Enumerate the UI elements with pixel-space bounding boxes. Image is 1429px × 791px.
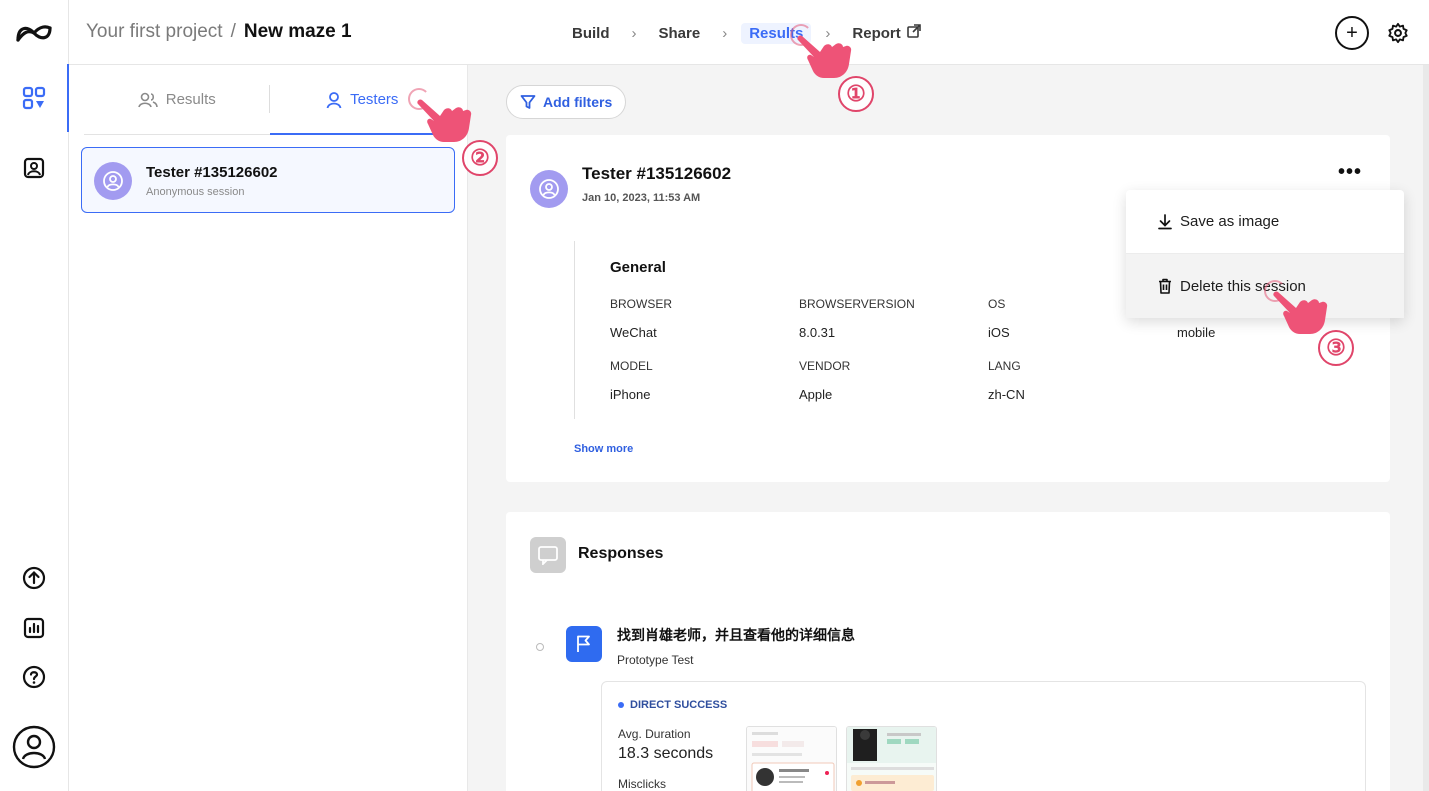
maze-logo-icon[interactable] [14,20,54,46]
breadcrumb-maze-name[interactable]: New maze 1 [244,21,352,43]
step-build[interactable]: Build [564,23,618,44]
chevron-right-icon: › [631,24,637,42]
chat-bubble-icon [530,537,566,573]
field-key: VENDOR [799,359,851,373]
add-filters-button[interactable]: Add filters [506,85,627,119]
user-profile-icon[interactable] [12,725,56,769]
tab-results[interactable]: Results [84,65,270,134]
upload-circle-icon[interactable] [20,564,48,592]
annotation-marker-1: ① [838,76,874,112]
add-new-button[interactable]: + [1335,16,1369,50]
tester-list-item[interactable]: Tester #135126602 Anonymous session [81,147,455,213]
analytics-chart-icon[interactable] [20,614,48,642]
add-filters-label: Add filters [543,94,613,110]
settings-gear-icon[interactable] [1387,22,1409,44]
tab-results-label: Results [165,91,216,108]
users-icon [137,92,158,107]
save-as-image-menu-item[interactable]: Save as image [1126,190,1404,254]
responses-card: Responses 找到肖雄老师，并且查看他的详细信息 Prototype Te… [506,512,1390,791]
step-share[interactable]: Share [651,23,709,44]
pointing-hand-icon [1273,291,1328,334]
session-date: Jan 10, 2023, 11:53 AM [582,192,701,204]
field-value: Apple [799,387,833,402]
direct-success-badge: DIRECT SUCCESS [618,699,727,711]
timeline-dot [536,643,544,651]
pointing-hand-icon [797,35,852,78]
breadcrumb: Your first project / New maze 1 [86,21,352,43]
show-more-link[interactable]: Show more [574,443,633,455]
session-avatar [530,170,568,208]
general-heading: General [610,259,666,276]
task-type: Prototype Test [617,653,694,667]
session-card: Tester #135126602 Jan 10, 2023, 11:53 AM… [506,135,1404,482]
responses-heading: Responses [578,545,664,562]
pointing-hand-icon [417,99,472,142]
testers-panel: Results Testers Tester #135126602 Anonym… [69,65,468,791]
tester-name: Tester #135126602 [146,164,278,181]
field-value: iPhone [610,387,651,402]
status-dot [618,702,624,708]
plus-icon: + [1346,21,1358,44]
field-key: BROWSERVERSION [799,297,915,311]
chevron-right-icon: › [722,24,728,42]
flag-icon [566,626,602,662]
user-circle-icon [103,171,123,191]
user-circle-icon [539,179,559,199]
external-link-icon [906,24,921,38]
step-report[interactable]: Report [844,22,928,44]
avg-duration-value: 18.3 seconds [618,745,714,762]
field-key: BROWSER [610,297,673,311]
session-options-menu: Save as image Delete this session [1126,190,1404,318]
breadcrumb-separator: / [230,21,236,42]
avg-duration-label: Avg. Duration [618,727,691,741]
field-key: MODEL [610,359,653,373]
main-content: Add filters Tester #135126602 Jan 10, 20… [468,65,1429,791]
field-value: WeChat [610,325,657,340]
tab-testers-label: Testers [350,91,399,108]
top-bar: Your first project / New maze 1 Build › … [69,0,1429,65]
step-report-label: Report [852,25,901,42]
tester-avatar [94,162,132,200]
tester-subtitle: Anonymous session [146,186,245,198]
task-result-panel: DIRECT SUCCESS Avg. Duration 18.3 second… [601,681,1366,791]
misclicks-label: Misclicks [618,777,666,791]
workflow-steps: Build › Share › Results › Report [564,22,929,44]
panel-tabs: Results Testers [84,65,455,135]
more-options-button[interactable]: ••• [1338,161,1362,184]
user-icon [326,91,342,108]
screen-thumbnail[interactable] [846,726,937,791]
field-value: zh-CN [988,387,1025,402]
contacts-book-icon[interactable] [20,154,48,182]
dashboard-grid-icon[interactable] [20,84,48,112]
trash-icon [1159,278,1171,294]
task-title[interactable]: 找到肖雄老师，并且查看他的详细信息 [617,625,855,645]
filter-funnel-icon [520,95,536,109]
save-as-image-label: Save as image [1180,213,1280,230]
tab-divider [269,85,270,113]
field-value: mobile [1177,325,1216,340]
field-key: LANG [988,359,1021,373]
left-rail [0,0,69,791]
field-value: iOS [988,325,1010,340]
session-title: Tester #135126602 [582,164,732,183]
screen-thumbnail[interactable] [746,726,837,791]
annotation-marker-3: ③ [1318,330,1354,366]
field-key: OS [988,297,1006,311]
scrollbar-track[interactable] [1423,65,1429,791]
help-question-icon[interactable] [20,663,48,691]
annotation-marker-2: ② [462,140,498,176]
download-icon [1158,213,1172,229]
breadcrumb-project[interactable]: Your first project [86,21,223,43]
field-value: 8.0.31 [799,325,836,340]
status-label: DIRECT SUCCESS [630,699,728,711]
